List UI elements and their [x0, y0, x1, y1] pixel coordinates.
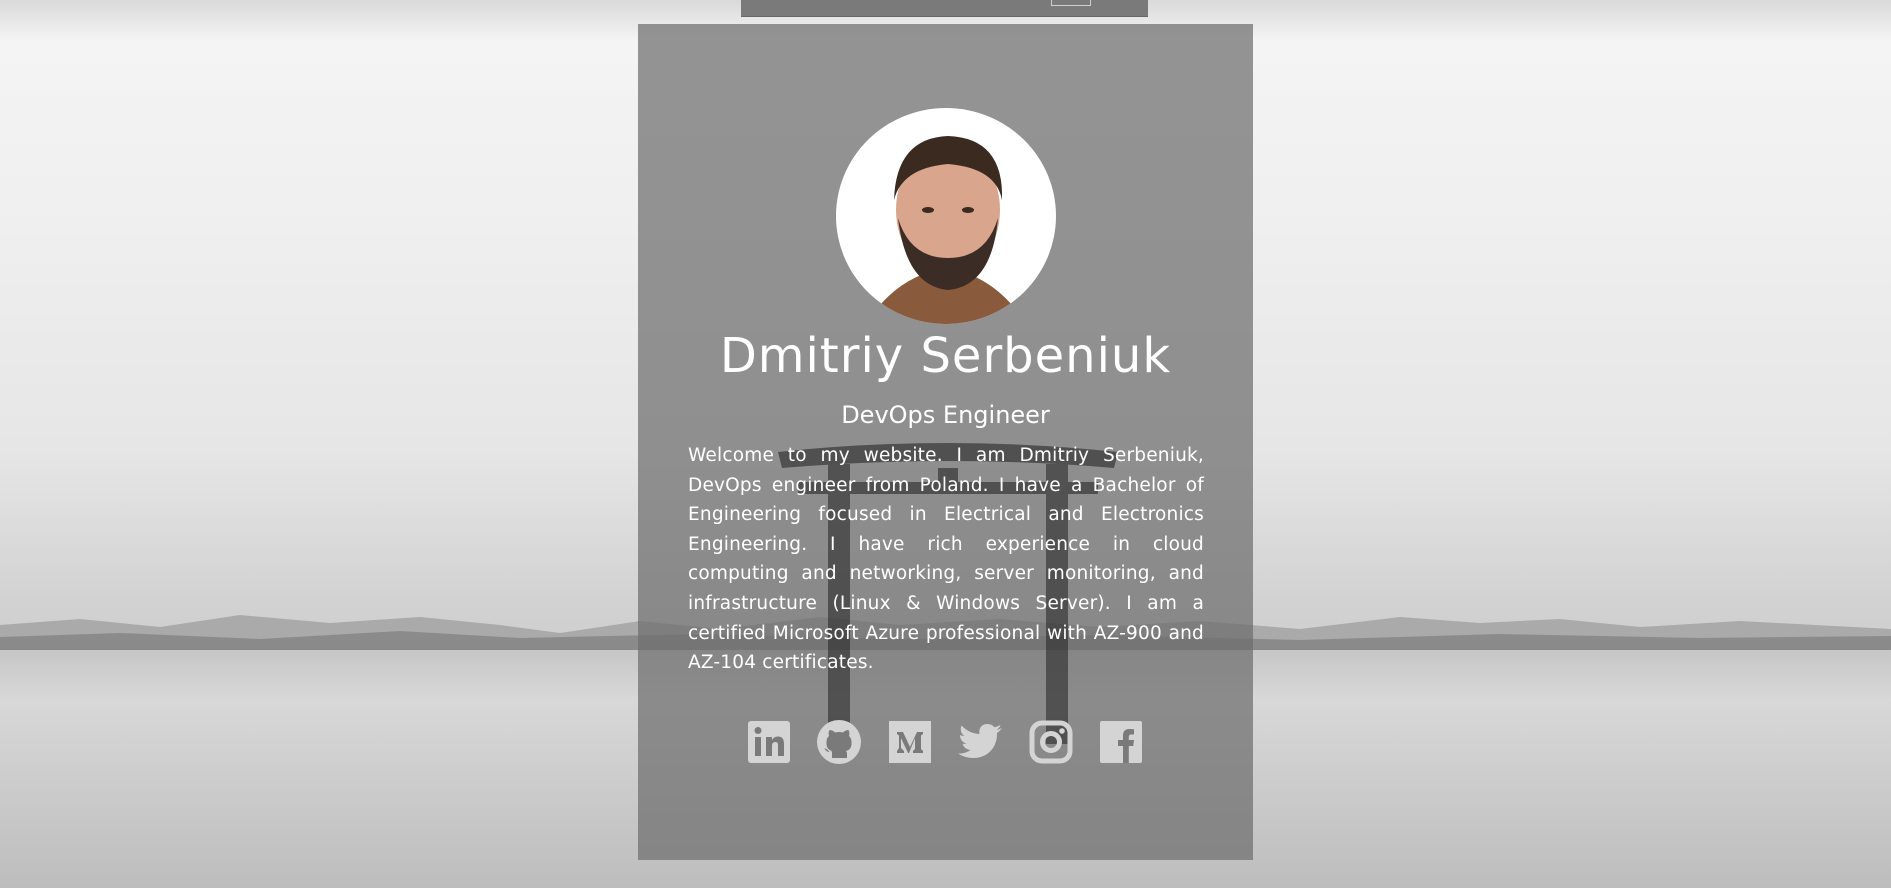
top-bar-button[interactable] — [1051, 0, 1091, 6]
profile-name: Dmitriy Serbeniuk — [719, 328, 1172, 384]
profile-role: DevOps Engineer — [841, 401, 1050, 429]
instagram-link[interactable] — [1027, 718, 1075, 766]
facebook-icon — [1099, 721, 1142, 763]
github-icon — [817, 720, 862, 764]
profile-bio: Welcome to my website. I am Dmitriy Serb… — [688, 445, 1204, 674]
instagram-icon — [1029, 720, 1073, 764]
avatar — [836, 108, 1056, 324]
medium-icon — [888, 721, 931, 763]
twitter-link[interactable] — [956, 718, 1004, 766]
medium-link[interactable] — [886, 718, 934, 766]
twitter-icon — [958, 724, 1003, 758]
profile-card: Dmitriy Serbeniuk DevOps Engineer Welcom… — [638, 24, 1253, 860]
facebook-link[interactable] — [1097, 718, 1145, 766]
profile-photo — [866, 136, 1026, 324]
linkedin-link[interactable] — [745, 718, 793, 766]
top-bar — [741, 0, 1148, 17]
linkedin-icon — [748, 721, 790, 763]
github-link[interactable] — [815, 718, 863, 766]
social-links — [745, 717, 1145, 767]
